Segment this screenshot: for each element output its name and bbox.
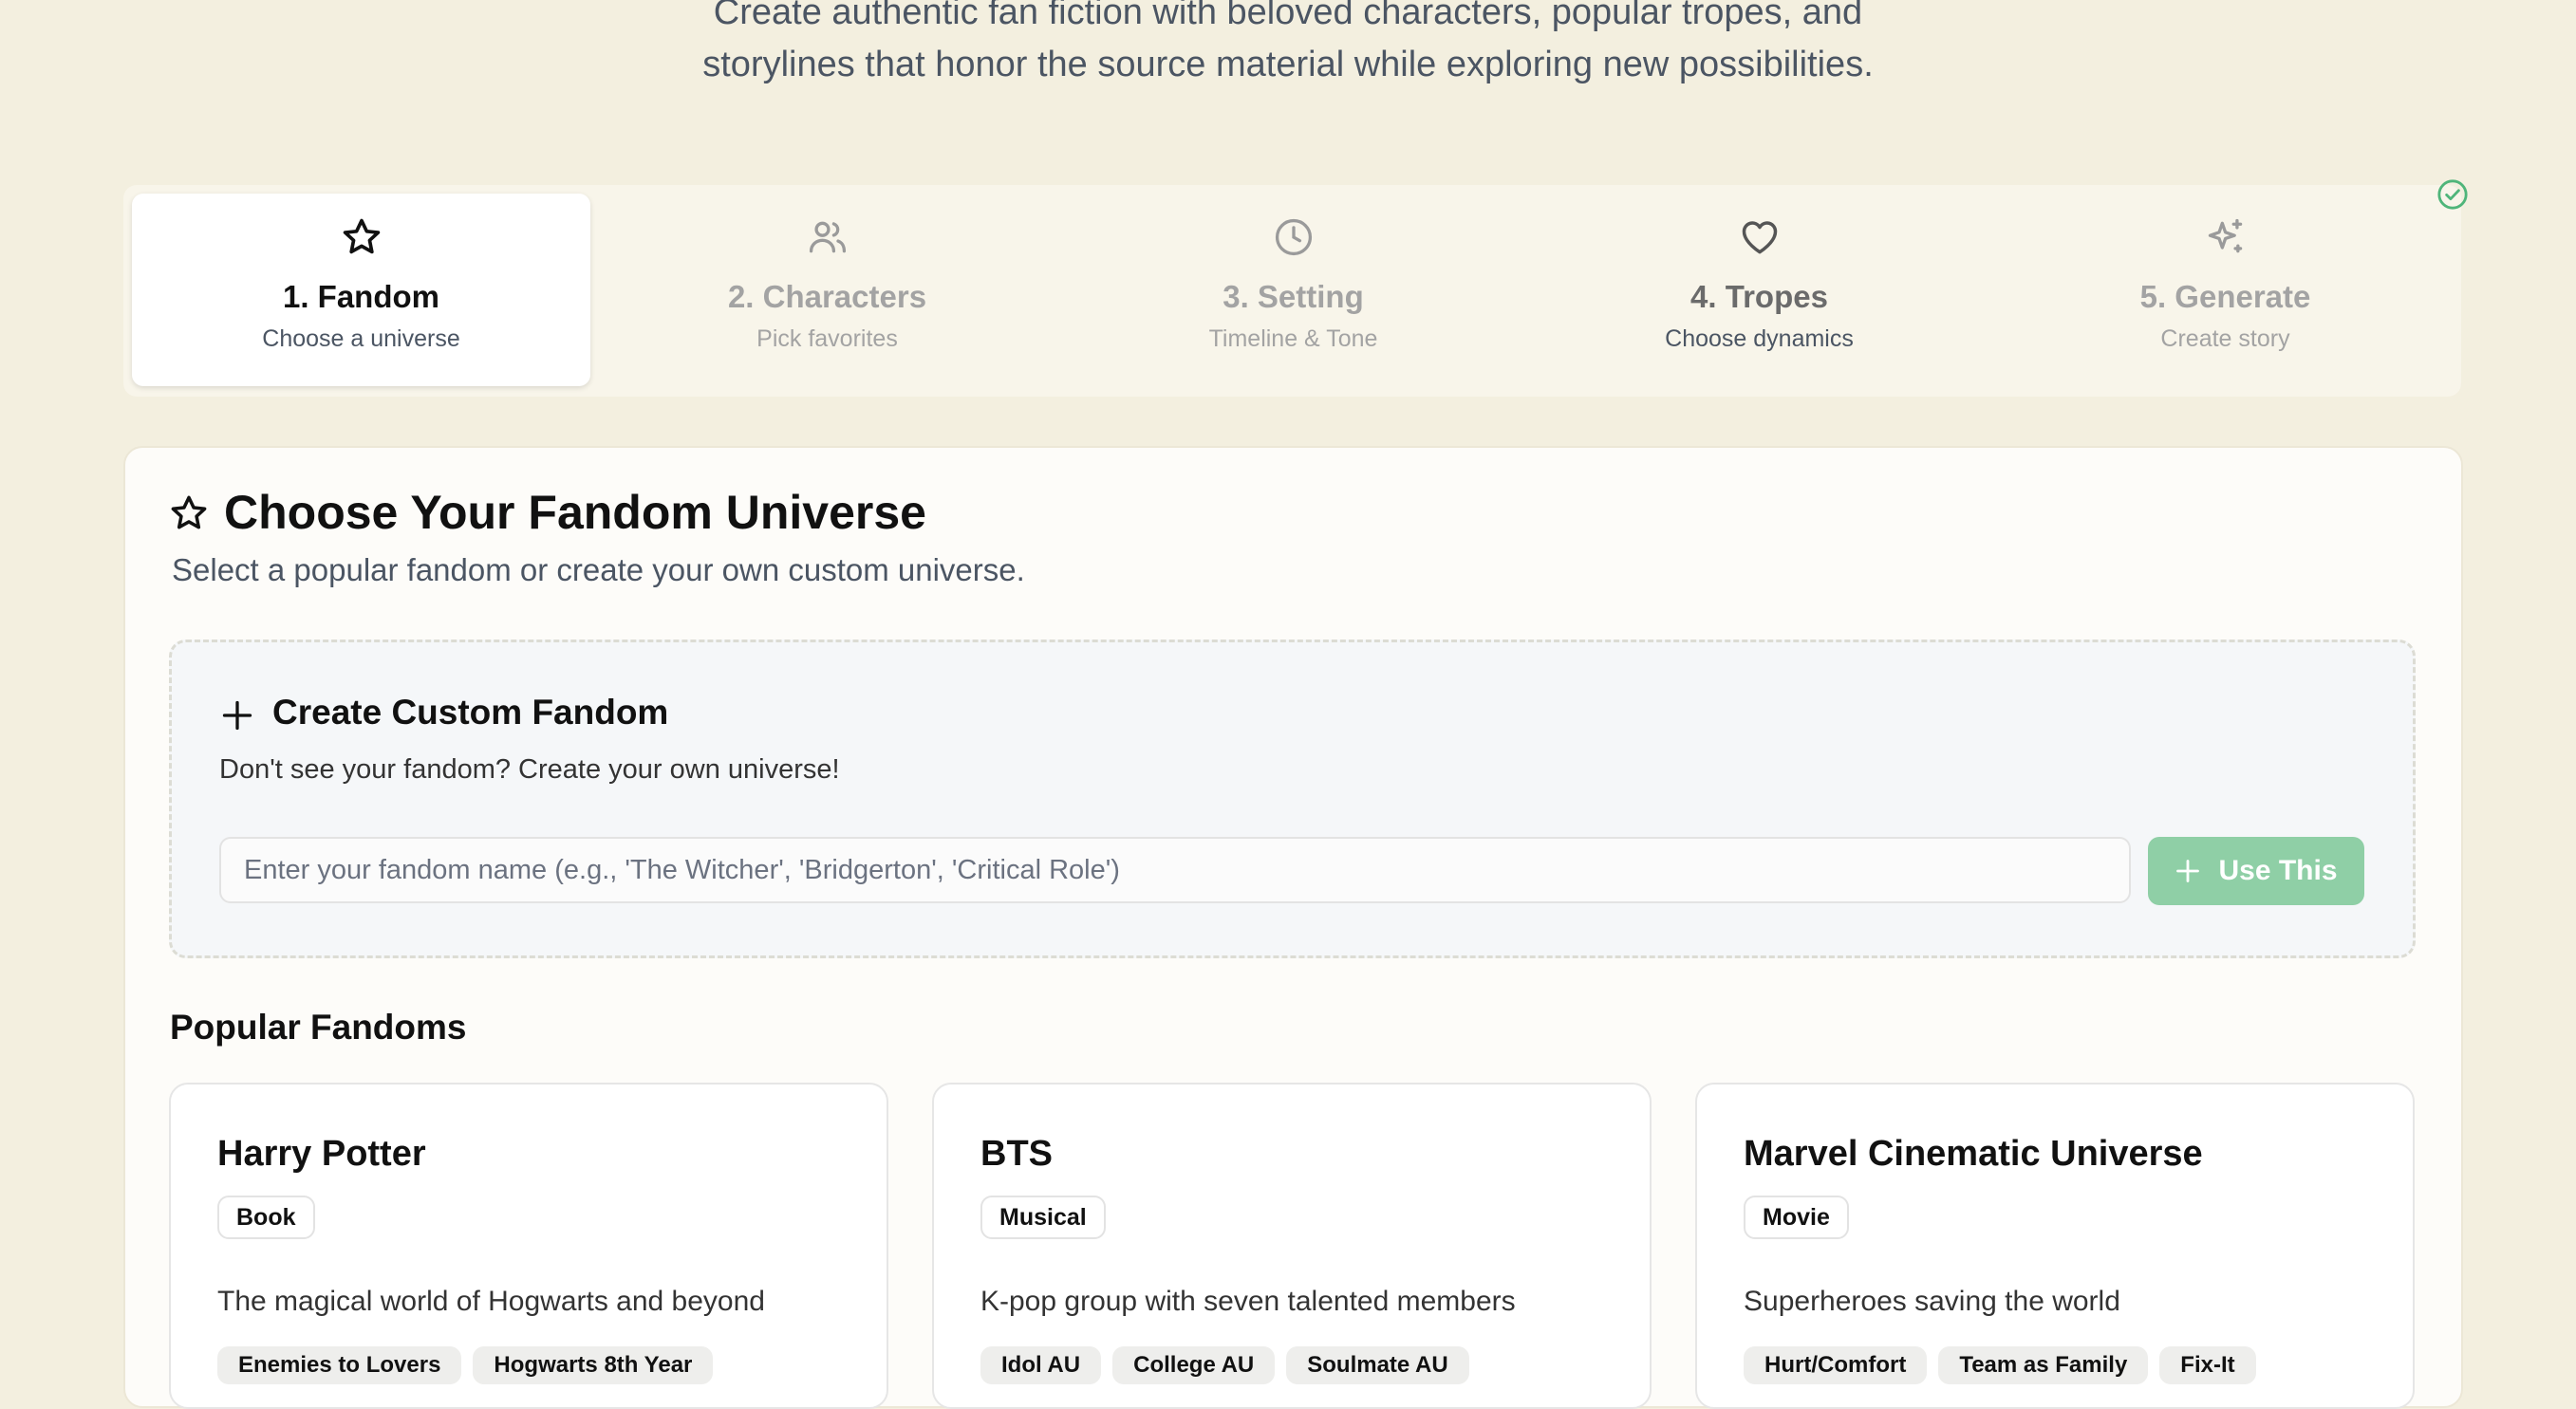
section-title: Choose Your Fandom Universe xyxy=(224,486,926,539)
star-icon xyxy=(171,495,207,529)
trope-tag: Hurt/Comfort xyxy=(1744,1346,1928,1384)
check-circle-icon xyxy=(2437,179,2468,210)
heart-icon xyxy=(1742,221,1777,254)
custom-fandom-title: Create Custom Fandom xyxy=(272,693,669,732)
step-setting[interactable]: 3. Setting Timeline & Tone xyxy=(1064,194,1522,386)
hero-subtitle-line-1: Create authentic fan fiction with belove… xyxy=(713,0,1863,32)
step-fandom[interactable]: 1. Fandom Choose a universe xyxy=(132,194,590,386)
fandom-card-bts[interactable]: BTS Musical K-pop group with seven talen… xyxy=(932,1083,1652,1409)
step-title: 5. Generate xyxy=(2139,279,2311,314)
step-characters[interactable]: 2. Characters Pick favorites xyxy=(598,194,1056,386)
step-tropes[interactable]: 4. Tropes Choose dynamics xyxy=(1530,194,1988,386)
step-title: 1. Fandom xyxy=(282,279,440,314)
use-this-button[interactable]: Use This xyxy=(2148,837,2364,905)
section-description: Select a popular fandom or create your o… xyxy=(172,552,1025,587)
custom-fandom-panel xyxy=(169,640,2416,958)
sparkles-icon xyxy=(2208,218,2242,253)
custom-fandom-description: Don't see your fandom? Create your own u… xyxy=(219,754,840,785)
step-title: 2. Characters xyxy=(727,279,927,314)
fandom-type-badge: Book xyxy=(217,1196,315,1239)
step-subtitle: Choose dynamics xyxy=(1665,325,1854,352)
users-icon xyxy=(809,221,846,253)
hero-subtitle: Create authentic fan fiction with belove… xyxy=(0,0,2576,91)
trope-tag: Fix-It xyxy=(2159,1346,2256,1384)
trope-tag: College AU xyxy=(1112,1346,1276,1384)
fandom-name: Harry Potter xyxy=(217,1134,426,1174)
hero-subtitle-line-2: storylines that honor the source materia… xyxy=(702,45,1874,84)
use-this-label: Use This xyxy=(2218,855,2338,886)
plus-icon xyxy=(222,700,252,731)
trope-tag: Soulmate AU xyxy=(1286,1346,1469,1384)
fandom-type-badge: Musical xyxy=(980,1196,1106,1239)
plus-icon xyxy=(2176,860,2200,882)
fandom-description: Superheroes saving the world xyxy=(1744,1286,2120,1317)
clock-icon xyxy=(1275,218,1312,256)
fandom-description: K-pop group with seven talented members xyxy=(980,1286,1516,1317)
trope-tag: Hogwarts 8th Year xyxy=(473,1346,714,1384)
trope-tag: Enemies to Lovers xyxy=(217,1346,462,1384)
fandom-name-input[interactable] xyxy=(219,837,2131,903)
step-title: 3. Setting xyxy=(1223,279,1364,314)
fandom-tags: Enemies to Lovers Hogwarts 8th Year xyxy=(217,1346,714,1384)
fandom-name: BTS xyxy=(980,1134,1053,1174)
step-generate[interactable]: 5. Generate Create story xyxy=(1996,194,2455,386)
fandom-description: The magical world of Hogwarts and beyond xyxy=(217,1286,765,1317)
fandom-tags: Idol AU College AU Soulmate AU xyxy=(980,1346,1469,1384)
step-title: 4. Tropes xyxy=(1690,279,1828,314)
step-subtitle: Choose a universe xyxy=(262,325,460,352)
popular-fandoms-heading: Popular Fandoms xyxy=(170,1008,467,1047)
fandom-tags: Hurt/Comfort Team as Family Fix-It xyxy=(1744,1346,2256,1384)
fandom-card-harry-potter[interactable]: Harry Potter Book The magical world of H… xyxy=(169,1083,888,1409)
step-subtitle: Timeline & Tone xyxy=(1208,325,1378,352)
step-subtitle: Create story xyxy=(2160,325,2290,352)
fandom-name: Marvel Cinematic Universe xyxy=(1744,1134,2203,1174)
progress-stepper: 1. Fandom Choose a universe 2. Character… xyxy=(123,185,2461,397)
trope-tag: Idol AU xyxy=(980,1346,1102,1384)
star-icon xyxy=(343,218,380,254)
trope-tag: Team as Family xyxy=(1938,1346,2149,1384)
step-subtitle: Pick favorites xyxy=(756,325,898,352)
fandom-card-marvel[interactable]: Marvel Cinematic Universe Movie Superher… xyxy=(1695,1083,2415,1409)
fandom-type-badge: Movie xyxy=(1744,1196,1849,1239)
